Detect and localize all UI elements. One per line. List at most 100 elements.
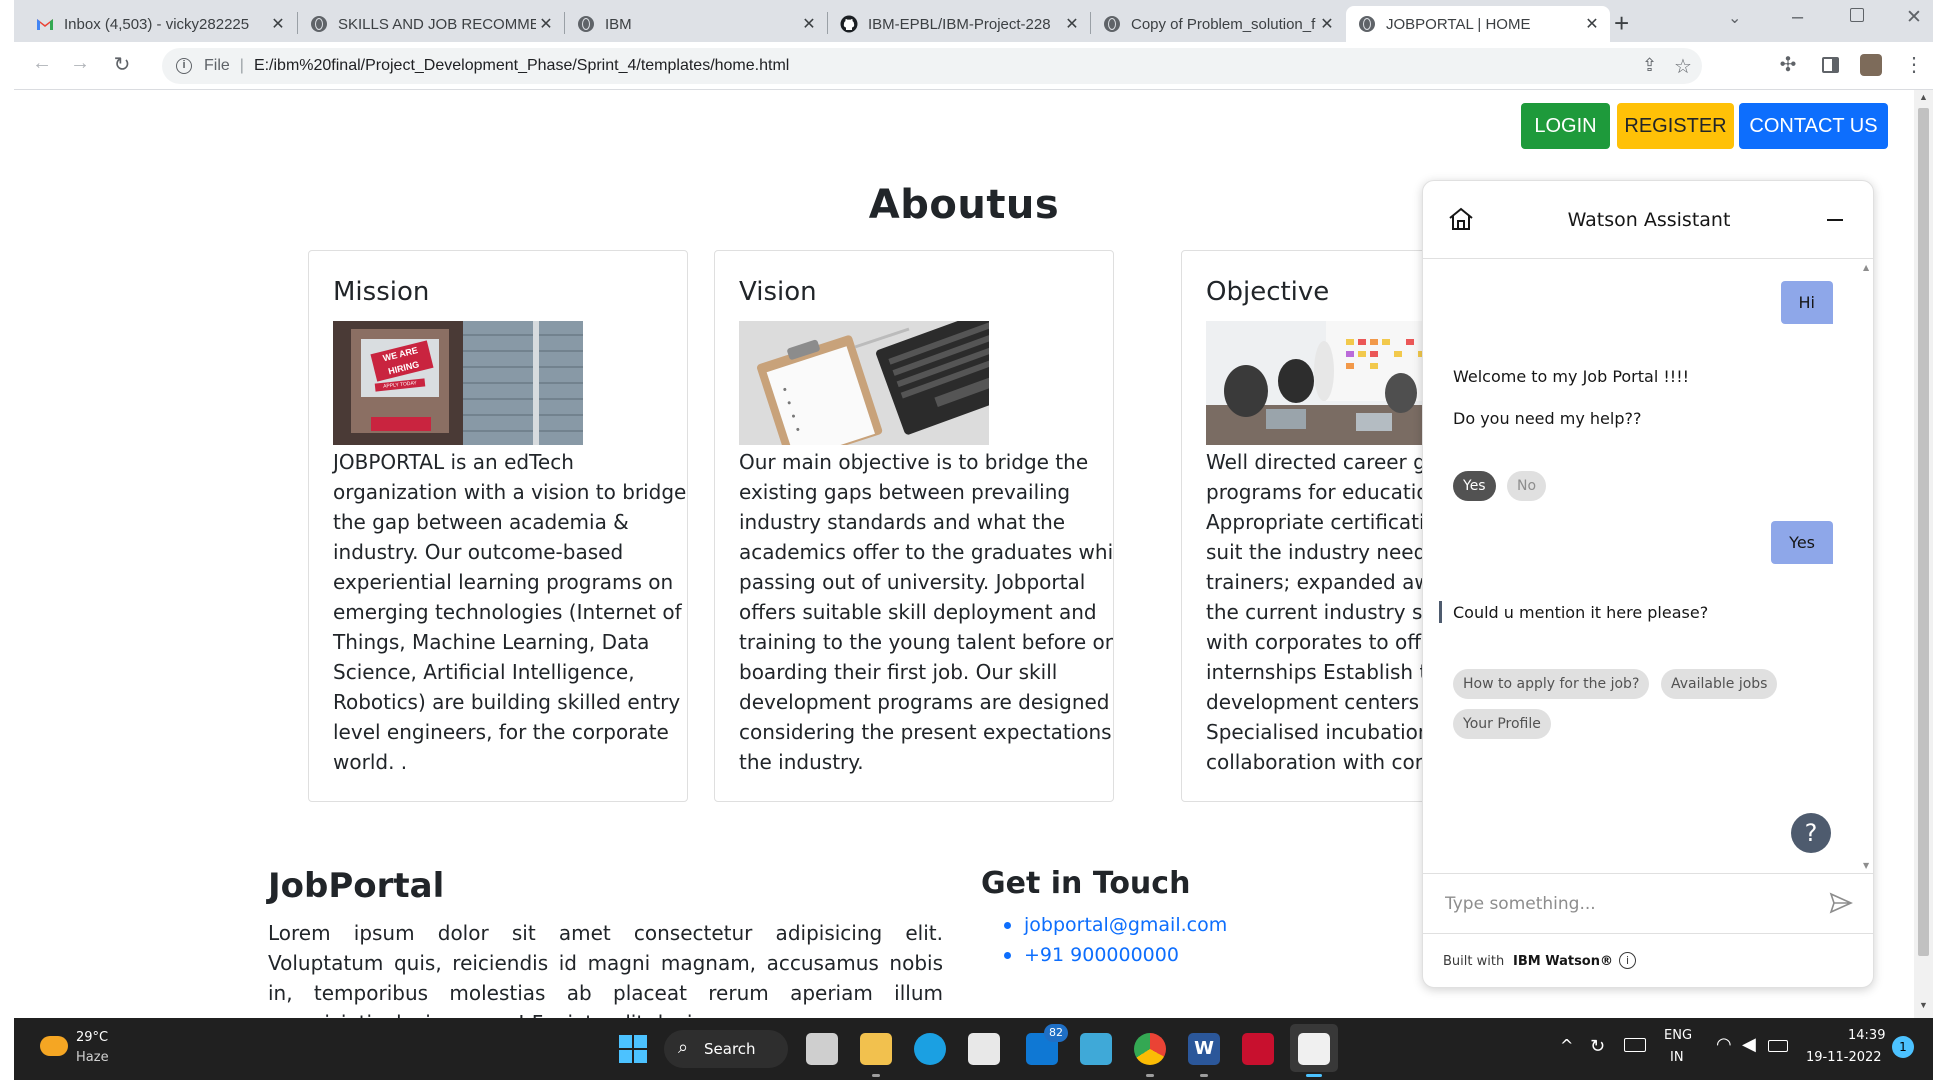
user-message-bubble: Yes — [1771, 521, 1833, 564]
tab-gmail[interactable]: Inbox (4,503) - vicky282225 ✕ — [24, 6, 296, 42]
sync-icon[interactable]: ↻ — [1590, 1036, 1605, 1057]
extensions-puzzle-icon[interactable]: ✣ — [1774, 52, 1802, 77]
tab-close-icon[interactable]: ✕ — [268, 14, 288, 34]
clock-time[interactable]: 14:39 — [1848, 1028, 1885, 1043]
language-top[interactable]: ENG — [1664, 1028, 1692, 1043]
back-arrow-icon[interactable]: ← — [28, 52, 56, 75]
word-icon[interactable]: W — [1188, 1033, 1220, 1065]
contact-phone-link[interactable]: +91 900000000 — [1004, 940, 1227, 970]
wifi-icon[interactable]: ◠ — [1716, 1034, 1732, 1055]
tab-jobportal-home[interactable]: JOBPORTAL | HOME ✕ — [1346, 6, 1610, 42]
tab-close-icon[interactable]: ✕ — [1317, 14, 1337, 34]
forward-arrow-icon[interactable]: → — [66, 52, 94, 75]
tab-strip: Inbox (4,503) - vicky282225 ✕ SKILLS AND… — [14, 0, 1933, 42]
contact-email-link[interactable]: jobportal@gmail.com — [1004, 910, 1227, 940]
tab-close-icon[interactable]: ✕ — [536, 14, 556, 34]
scrollbar-thumb[interactable] — [1918, 108, 1929, 956]
watson-header: Watson Assistant — [1423, 181, 1873, 259]
watson-assistant-widget: Watson Assistant Hi Welcome to my Job Po… — [1422, 180, 1874, 988]
tab-close-icon[interactable]: ✕ — [1062, 14, 1082, 34]
address-url[interactable]: E:/ibm%20final/Project_Development_Phase… — [254, 57, 789, 75]
battery-icon[interactable] — [1768, 1040, 1788, 1052]
tab-title: Copy of Problem_solution_f — [1131, 15, 1316, 33]
address-scheme-label: File — [204, 57, 230, 74]
bot-message: Could u mention it here please? — [1453, 603, 1709, 622]
edge-browser-icon[interactable] — [914, 1033, 946, 1065]
minimize-button[interactable]: – — [1792, 6, 1803, 29]
login-button[interactable]: LOGIN — [1521, 103, 1610, 149]
github-icon — [840, 15, 858, 33]
snipping-tool-icon[interactable] — [1298, 1033, 1330, 1065]
tab-skills[interactable]: SKILLS AND JOB RECOMME ✕ — [298, 6, 564, 42]
send-icon[interactable] — [1829, 892, 1853, 918]
task-view-icon[interactable] — [806, 1033, 838, 1065]
focus-indicator — [1439, 601, 1442, 623]
contact-heading: Get in Touch — [981, 866, 1191, 901]
register-button[interactable]: REGISTER — [1617, 103, 1734, 149]
close-window-button[interactable]: ✕ — [1906, 6, 1922, 29]
share-icon[interactable]: ⇪ — [1642, 55, 1657, 76]
hiring-sign-image: WE ARE HIRING APPLY TODAY — [333, 321, 583, 445]
contact-us-button[interactable]: CONTACT US — [1739, 103, 1888, 149]
card-heading: Vision — [739, 277, 817, 307]
your-profile-chip[interactable]: Your Profile — [1453, 709, 1551, 739]
scroll-down-arrow-icon[interactable]: ▼ — [1919, 1000, 1928, 1010]
clock-date[interactable]: 19-11-2022 — [1806, 1050, 1882, 1065]
option-yes-chip[interactable]: Yes — [1453, 471, 1496, 501]
tab-github[interactable]: IBM-EPBL/IBM-Project-228 ✕ — [828, 6, 1090, 42]
vision-text: Our main objective is to bridge the exist… — [739, 450, 1114, 774]
tab-ibm[interactable]: IBM ✕ — [565, 6, 827, 42]
profile-avatar[interactable] — [1860, 54, 1882, 76]
windows-taskbar: 29°C Haze ⌕ Search 82 W ^ ↻ ENG IN ◠ ◀ 1… — [14, 1018, 1933, 1080]
desktop-app-icon[interactable] — [1080, 1033, 1112, 1065]
file-explorer-icon[interactable] — [860, 1033, 892, 1065]
globe-icon — [1103, 15, 1121, 33]
chrome-icon[interactable] — [1134, 1033, 1166, 1065]
weather-temperature[interactable]: 29°C — [76, 1030, 108, 1045]
tab-close-icon[interactable]: ✕ — [1582, 14, 1602, 34]
info-icon[interactable]: i — [1619, 952, 1636, 969]
scroll-up-arrow-icon[interactable]: ▲ — [1919, 92, 1928, 102]
reload-icon[interactable]: ↻ — [108, 52, 136, 77]
site-info-icon[interactable]: i — [176, 58, 192, 74]
mission-card: Mission WE ARE HIRING APPLY TODAY JOBPOR… — [308, 250, 688, 802]
chat-scrollbar[interactable]: ▲ ▼ — [1861, 263, 1871, 873]
keyboard-icon[interactable] — [1624, 1038, 1646, 1052]
bookmark-star-icon[interactable]: ☆ — [1674, 54, 1692, 79]
tab-title: IBM-EPBL/IBM-Project-228 — [868, 15, 1051, 33]
maximize-button[interactable] — [1850, 8, 1864, 22]
weather-sun-icon[interactable] — [40, 1036, 68, 1056]
user-message-bubble: Hi — [1780, 281, 1833, 324]
tab-title: Inbox (4,503) - vicky282225 — [64, 15, 250, 33]
watson-title: Watson Assistant — [1567, 208, 1731, 231]
chat-input[interactable] — [1445, 888, 1805, 920]
weather-description[interactable]: Haze — [76, 1050, 109, 1065]
notification-badge[interactable]: 1 — [1892, 1036, 1914, 1058]
microsoft-store-icon[interactable] — [968, 1033, 1000, 1065]
side-panel-icon[interactable] — [1822, 57, 1839, 73]
vision-card: Vision Our main objective is to bridge t… — [714, 250, 1114, 802]
tab-copy-problem[interactable]: Copy of Problem_solution_f ✕ — [1091, 6, 1345, 42]
tab-search-chevron-icon[interactable]: ⌄ — [1728, 8, 1741, 28]
tab-close-icon[interactable]: ✕ — [799, 14, 819, 34]
help-button[interactable]: ? — [1791, 813, 1831, 853]
search-label: Search — [704, 1040, 756, 1058]
taskbar-search-box[interactable]: ⌕ Search — [664, 1030, 788, 1068]
show-hidden-icons-chevron[interactable]: ^ — [1560, 1036, 1573, 1055]
chat-input-area — [1423, 873, 1873, 933]
new-tab-button[interactable]: + — [1614, 8, 1629, 39]
footer-description: Lorem ipsum dolor sit amet consectetur a… — [268, 921, 943, 1018]
mcafee-icon[interactable] — [1242, 1033, 1274, 1065]
option-no-chip[interactable]: No — [1507, 471, 1547, 501]
tab-title: JOBPORTAL | HOME — [1386, 15, 1531, 33]
address-bar[interactable]: i File | E:/ibm%20final/Project_Developm… — [162, 48, 1702, 84]
browser-menu-icon[interactable]: ⋮ — [1900, 52, 1928, 77]
available-jobs-chip[interactable]: Available jobs — [1661, 669, 1778, 699]
volume-icon[interactable]: ◀ — [1742, 1034, 1756, 1055]
minimize-chat-icon[interactable] — [1827, 219, 1843, 221]
clipboard-laptop-image — [739, 321, 989, 445]
language-bottom[interactable]: IN — [1670, 1050, 1684, 1065]
how-to-apply-chip[interactable]: How to apply for the job? — [1453, 669, 1650, 699]
page-scrollbar[interactable]: ▲ ▼ — [1914, 90, 1933, 1018]
windows-start-icon[interactable] — [618, 1034, 648, 1064]
